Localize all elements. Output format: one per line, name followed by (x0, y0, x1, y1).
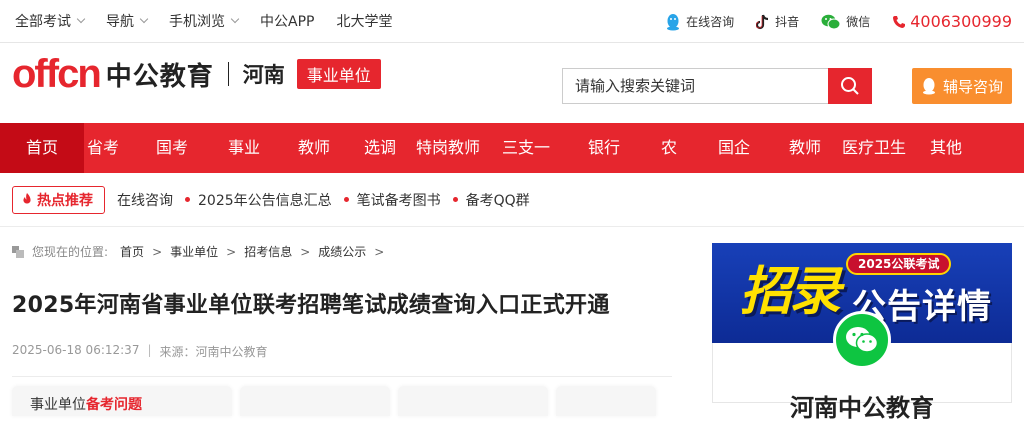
search-input[interactable] (562, 68, 829, 104)
sidebar-org-name: 河南中公教育 (790, 394, 934, 422)
wechat-follow-icon[interactable] (833, 311, 891, 369)
phone-icon (893, 15, 906, 28)
nav-item-soe[interactable]: 国企 (684, 123, 784, 173)
breadcrumb-public-institution[interactable]: 事业单位 (170, 243, 218, 260)
douyin-link[interactable]: 抖音 (756, 13, 799, 30)
quick-card[interactable] (398, 386, 548, 416)
article-source: 来源：河南中公教育 (159, 345, 268, 359)
quick-card[interactable]: 事业单位备考问题 (12, 386, 232, 416)
chevron-down-icon (76, 14, 86, 24)
navigation-label: 导航 (106, 14, 134, 30)
banner-headline-big: 招录 (740, 262, 841, 322)
nav-item-selected-graduates[interactable]: 选调生 (362, 123, 398, 207)
quick-card-text: 事业单位备考问题 (30, 394, 142, 414)
mobile-browse-label: 手机浏览 (169, 14, 225, 30)
online-consult-label: 在线咨询 (686, 15, 735, 29)
nav-item-home[interactable]: 首页 (0, 123, 84, 173)
app-link[interactable]: 中公APP (260, 11, 314, 31)
hot-link-exam-books[interactable]: 笔试备考图书 (344, 190, 441, 210)
all-exams-label: 全部考试 (15, 14, 71, 30)
nav-item-other[interactable]: 其他 (922, 123, 970, 173)
logo-english: offcn (12, 52, 102, 96)
meta-divider: | (147, 343, 152, 357)
all-exams-menu[interactable]: 全部考试 (15, 11, 86, 31)
consult-label: 辅导咨询 (942, 77, 1003, 96)
article-divider-line (12, 376, 672, 377)
breadcrumb-home[interactable]: 首页 (120, 243, 144, 260)
nav-item-bank[interactable]: 银行 (554, 123, 654, 173)
qq-icon (667, 13, 680, 30)
wechat-label: 微信 (846, 15, 871, 29)
hot-recommend-label: 热点推荐 (37, 192, 93, 209)
search-icon (841, 77, 859, 95)
quick-card-prefix: 事业单位 (30, 397, 86, 413)
top-links: 全部考试 导航 手机浏览 中公APP 北大学堂 (0, 11, 414, 31)
nav-item-public-institution[interactable]: 事业单位 (222, 123, 266, 207)
breadcrumb: 您现在的位置: 首页 > 事业单位 > 招考信息 > 成绩公示 > (12, 243, 392, 260)
search-button[interactable] (828, 68, 872, 104)
logo-divider (227, 62, 229, 86)
breadcrumb-label: 您现在的位置: (32, 245, 109, 259)
hot-recommend-bar: 热点推荐 在线咨询 2025年公告信息汇总 笔试备考图书 备考QQ群 (0, 173, 1024, 227)
site-header: offcn 中公教育 河南 事业单位 辅导咨询 (0, 44, 1024, 123)
article-title: 2025年河南省事业单位联考招聘笔试成绩查询入口正式开通 (12, 293, 610, 318)
flame-icon (23, 193, 31, 204)
nav-item-three-supports[interactable]: 三支一扶 (498, 123, 554, 207)
douyin-label: 抖音 (775, 15, 800, 29)
chevron-down-icon (230, 14, 240, 24)
nav-item-teacher[interactable]: 教师 (266, 123, 362, 173)
region-name: 河南 (242, 63, 285, 87)
category-tag: 事业单位 (296, 59, 381, 89)
hot-link-qq-group[interactable]: 备考QQ群 (453, 190, 530, 210)
consult-button[interactable]: 辅导咨询 (912, 68, 1012, 104)
quick-card[interactable] (556, 386, 656, 416)
nav-item-rural-credit[interactable]: 农信社 (654, 123, 684, 257)
wechat-link[interactable]: 微信 (821, 13, 870, 30)
search-bar (562, 68, 872, 104)
nav-item-national[interactable]: 国考 (122, 123, 222, 173)
banner-badge: 2025公联考试 (846, 253, 952, 275)
breadcrumb-separator: > (300, 244, 311, 259)
breadcrumb-separator: > (226, 244, 237, 259)
douyin-icon (756, 14, 769, 29)
breadcrumb-separator: > (152, 244, 163, 259)
breadcrumb-separator: > (374, 244, 385, 259)
nav-item-teacher-cert[interactable]: 教师资格 (784, 123, 826, 207)
wechat-icon (821, 14, 841, 29)
top-utility-bar: 全部考试 导航 手机浏览 中公APP 北大学堂 在线咨询 抖音 微信 40063… (0, 0, 1024, 43)
pku-link[interactable]: 北大学堂 (336, 11, 392, 31)
nav-item-special-teacher[interactable]: 特岗教师 (398, 123, 498, 173)
online-consult-link[interactable]: 在线咨询 (665, 13, 734, 31)
hot-recommend-tag: 热点推荐 (12, 185, 105, 214)
chat-bubble-icon (922, 78, 935, 95)
navigation-menu[interactable]: 导航 (106, 11, 149, 31)
nav-item-provincial[interactable]: 省考 (84, 123, 122, 173)
hot-link-notice-summary[interactable]: 2025年公告信息汇总 (185, 190, 332, 210)
main-nav: 首页 省考 国考 事业单位 教师 选调生 特岗教师 三支一扶 银行 农信社 国企… (0, 123, 1024, 257)
quick-card-highlight: 备考问题 (86, 397, 142, 413)
breadcrumb-score-notice[interactable]: 成绩公示 (318, 243, 366, 260)
hotline-link[interactable]: 4006300999 (892, 12, 1012, 31)
hot-link-online-consult[interactable]: 在线咨询 (117, 190, 173, 210)
hotline-number: 4006300999 (910, 12, 1012, 31)
top-right-links: 在线咨询 抖音 微信 4006300999 (643, 0, 1012, 43)
logo-chinese: 中公教育 (105, 61, 214, 92)
quick-cards: 事业单位备考问题 (12, 386, 664, 416)
publish-date: 2025-06-18 06:12:37 (12, 343, 140, 357)
wechat-icon (846, 327, 879, 353)
nav-item-medical[interactable]: 医疗卫生 (826, 123, 922, 173)
chevron-down-icon (139, 14, 149, 24)
quick-card[interactable] (240, 386, 390, 416)
site-logo[interactable]: offcn 中公教育 河南 事业单位 (12, 54, 381, 94)
location-icon (12, 245, 24, 258)
mobile-browse-menu[interactable]: 手机浏览 (169, 11, 240, 31)
article-meta: 2025-06-18 06:12:37 | 来源：河南中公教育 (12, 343, 268, 360)
breadcrumb-recruit-info[interactable]: 招考信息 (244, 243, 292, 260)
